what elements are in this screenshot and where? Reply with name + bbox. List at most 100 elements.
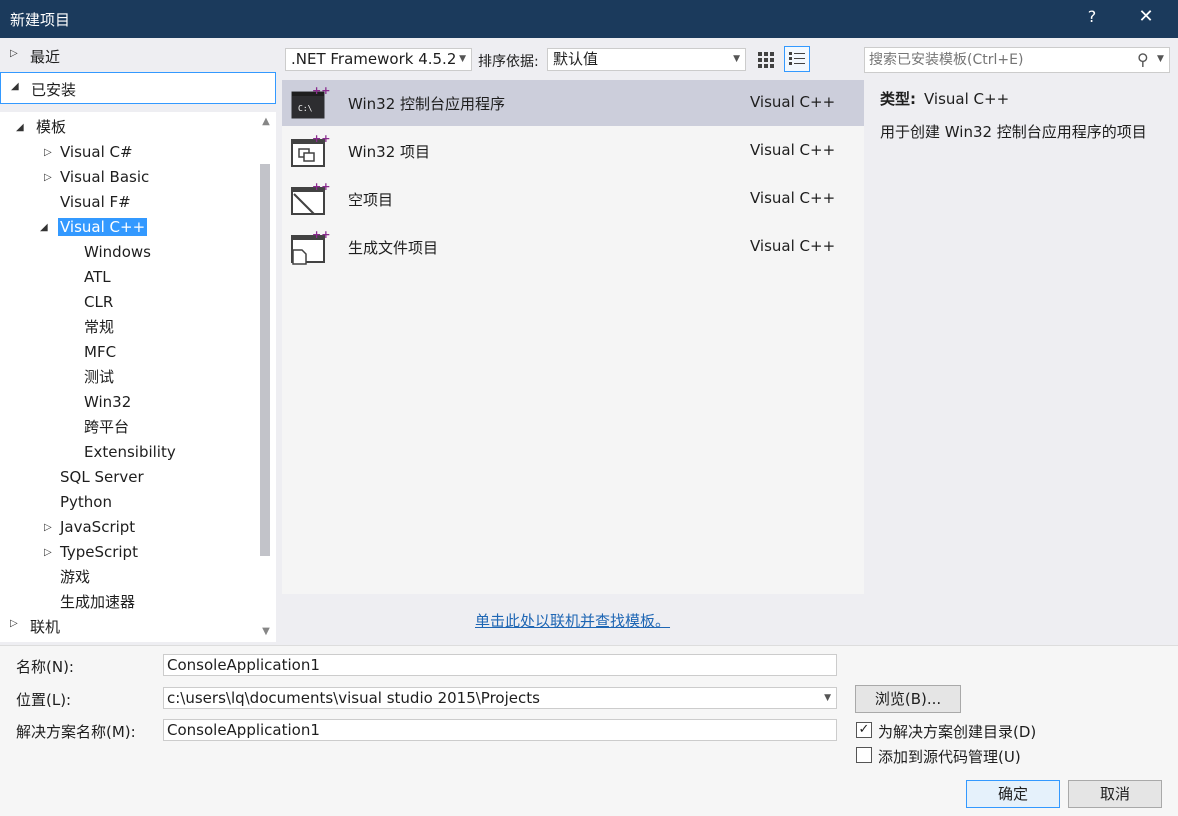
- framework-value: .NET Framework 4.5.2: [291, 50, 457, 68]
- tree-scrollbar[interactable]: ▲ ▼: [256, 112, 276, 642]
- search-icon[interactable]: ⚲: [1137, 50, 1149, 69]
- chevron-down-icon[interactable]: ▼: [824, 688, 831, 708]
- makefile-project-icon: ++: [291, 228, 330, 265]
- collapse-arrow-icon[interactable]: ◢: [16, 115, 24, 140]
- chevron-down-icon[interactable]: ▼: [1157, 54, 1164, 64]
- template-item-makefile-project[interactable]: ++ 生成文件项目 Visual C++: [282, 224, 864, 270]
- expand-arrow-icon[interactable]: ▷: [44, 165, 52, 190]
- name-field[interactable]: ConsoleApplication1: [163, 654, 837, 676]
- template-language: Visual C++: [750, 93, 836, 111]
- expand-arrow-icon[interactable]: ▷: [10, 618, 18, 629]
- create-directory-checkbox[interactable]: ✓: [856, 722, 872, 738]
- tree-item-visual-cpp[interactable]: ◢ Visual C++: [40, 215, 148, 240]
- tree-item-javascript[interactable]: ▷ JavaScript: [44, 515, 135, 540]
- tree-item-label: Extensibility: [84, 443, 176, 461]
- solution-name-label: 解决方案名称(M):: [16, 723, 136, 741]
- tree-item-label: MFC: [84, 343, 117, 361]
- chevron-down-icon: ▼: [459, 54, 466, 64]
- template-item-console-app[interactable]: C:\ ++ Win32 控制台应用程序 Visual C++: [282, 80, 864, 126]
- expand-arrow-icon[interactable]: ▷: [44, 540, 52, 565]
- collapse-arrow-icon[interactable]: ◢: [11, 81, 19, 92]
- tree-item-label: CLR: [84, 293, 114, 311]
- left-nav-pane: ▷ 最近 ◢ 已安装 ◢ 模板 ▷ Visual C# ▷ Visual Bas…: [0, 38, 276, 643]
- close-button[interactable]: ✕: [1136, 6, 1156, 27]
- scroll-up-icon[interactable]: ▲: [260, 116, 272, 128]
- collapse-arrow-icon[interactable]: ◢: [40, 215, 48, 240]
- template-tree: ◢ 模板 ▷ Visual C# ▷ Visual Basic Visual F…: [0, 112, 276, 642]
- template-name: 空项目: [348, 191, 394, 209]
- scroll-thumb[interactable]: [260, 164, 270, 556]
- tree-item-label: ATL: [84, 268, 111, 286]
- template-name: Win32 控制台应用程序: [348, 95, 506, 113]
- framework-select[interactable]: .NET Framework 4.5.2 ▼: [285, 48, 472, 71]
- tree-item-label: TypeScript: [60, 543, 138, 561]
- empty-project-icon: ++: [291, 180, 330, 215]
- browse-button[interactable]: 浏览(B)...: [855, 685, 961, 713]
- tree-item-test[interactable]: 测试: [84, 365, 114, 390]
- help-button[interactable]: ?: [1084, 7, 1100, 26]
- source-control-checkbox[interactable]: [856, 747, 872, 763]
- search-box[interactable]: ⚲ ▼: [864, 47, 1170, 73]
- tree-item-sql-server[interactable]: SQL Server: [60, 465, 144, 490]
- tree-item-clr[interactable]: CLR: [84, 290, 113, 315]
- template-language: Visual C++: [750, 189, 836, 207]
- project-form-panel: 名称(N): ConsoleApplication1 位置(L): c:\use…: [0, 645, 1178, 816]
- tree-item-cross-platform[interactable]: 跨平台: [84, 415, 129, 440]
- nav-recent[interactable]: ▷ 最近: [0, 40, 276, 72]
- template-language: Visual C++: [750, 141, 836, 159]
- tree-item-label: 常规: [84, 318, 115, 336]
- template-list: C:\ ++ Win32 控制台应用程序 Visual C++ ++ Win32…: [282, 80, 864, 594]
- svg-text:++: ++: [312, 84, 330, 97]
- tree-item-label: Python: [60, 493, 112, 511]
- location-field[interactable]: c:\users\lq\documents\visual studio 2015…: [163, 687, 837, 709]
- win32-project-icon: ++: [291, 132, 330, 167]
- create-directory-label[interactable]: 为解决方案创建目录(D): [878, 721, 1036, 742]
- source-control-label[interactable]: 添加到源代码管理(U): [878, 746, 1021, 767]
- name-label: 名称(N):: [16, 658, 74, 676]
- nav-installed-label: 已安装: [31, 81, 77, 99]
- tree-item-general[interactable]: 常规: [84, 315, 114, 340]
- tree-item-label: Visual Basic: [60, 168, 150, 186]
- list-view-button[interactable]: [784, 46, 810, 72]
- tree-item-extensibility[interactable]: Extensibility: [84, 440, 176, 465]
- solution-name-field[interactable]: ConsoleApplication1: [163, 719, 837, 741]
- find-templates-online-link[interactable]: 单击此处以联机并查找模板。: [475, 610, 670, 631]
- template-language: Visual C++: [750, 237, 836, 255]
- location-value: c:\users\lq\documents\visual studio 2015…: [167, 689, 540, 707]
- template-item-win32-project[interactable]: ++ Win32 项目 Visual C++: [282, 128, 864, 174]
- svg-text:++: ++: [312, 132, 330, 145]
- grid-view-icon: [758, 52, 774, 68]
- tree-item-label: 生成加速器: [60, 593, 136, 611]
- small-icons-view-button[interactable]: [753, 46, 779, 72]
- cancel-button[interactable]: 取消: [1068, 780, 1162, 808]
- nav-online-label: 联机: [30, 618, 61, 636]
- sort-value: 默认值: [553, 50, 599, 68]
- tree-item-typescript[interactable]: ▷ TypeScript: [44, 540, 138, 565]
- sort-select[interactable]: 默认值 ▼: [547, 48, 746, 71]
- expand-arrow-icon[interactable]: ▷: [10, 48, 18, 59]
- nav-installed[interactable]: ◢ 已安装: [0, 72, 276, 104]
- tree-item-win32[interactable]: Win32: [84, 390, 131, 415]
- tree-item-mfc[interactable]: MFC: [84, 340, 116, 365]
- tree-item-visual-basic[interactable]: ▷ Visual Basic: [44, 165, 150, 190]
- type-label: 类型:: [880, 90, 916, 108]
- tree-item-atl[interactable]: ATL: [84, 265, 111, 290]
- search-input[interactable]: [869, 51, 1129, 69]
- tree-item-label: Visual C#: [60, 143, 133, 161]
- tree-item-python[interactable]: Python: [60, 490, 112, 515]
- sort-label: 排序依据:: [478, 54, 539, 70]
- expand-arrow-icon[interactable]: ▷: [44, 515, 52, 540]
- template-item-empty-project[interactable]: ++ 空项目 Visual C++: [282, 176, 864, 222]
- svg-text:++: ++: [312, 228, 330, 241]
- tree-item-visual-fsharp[interactable]: Visual F#: [60, 190, 131, 215]
- expand-arrow-icon[interactable]: ▷: [44, 140, 52, 165]
- tree-item-windows[interactable]: Windows: [84, 240, 151, 265]
- tree-item-label: Win32: [84, 393, 132, 411]
- tree-item-visual-csharp[interactable]: ▷ Visual C#: [44, 140, 133, 165]
- ok-button[interactable]: 确定: [966, 780, 1060, 808]
- nav-recent-label: 最近: [30, 48, 61, 66]
- type-value: Visual C++: [924, 90, 1010, 108]
- tree-item-games[interactable]: 游戏: [60, 565, 90, 590]
- tree-item-templates[interactable]: ◢ 模板: [16, 115, 66, 140]
- nav-online[interactable]: ▷ 联机: [0, 610, 276, 642]
